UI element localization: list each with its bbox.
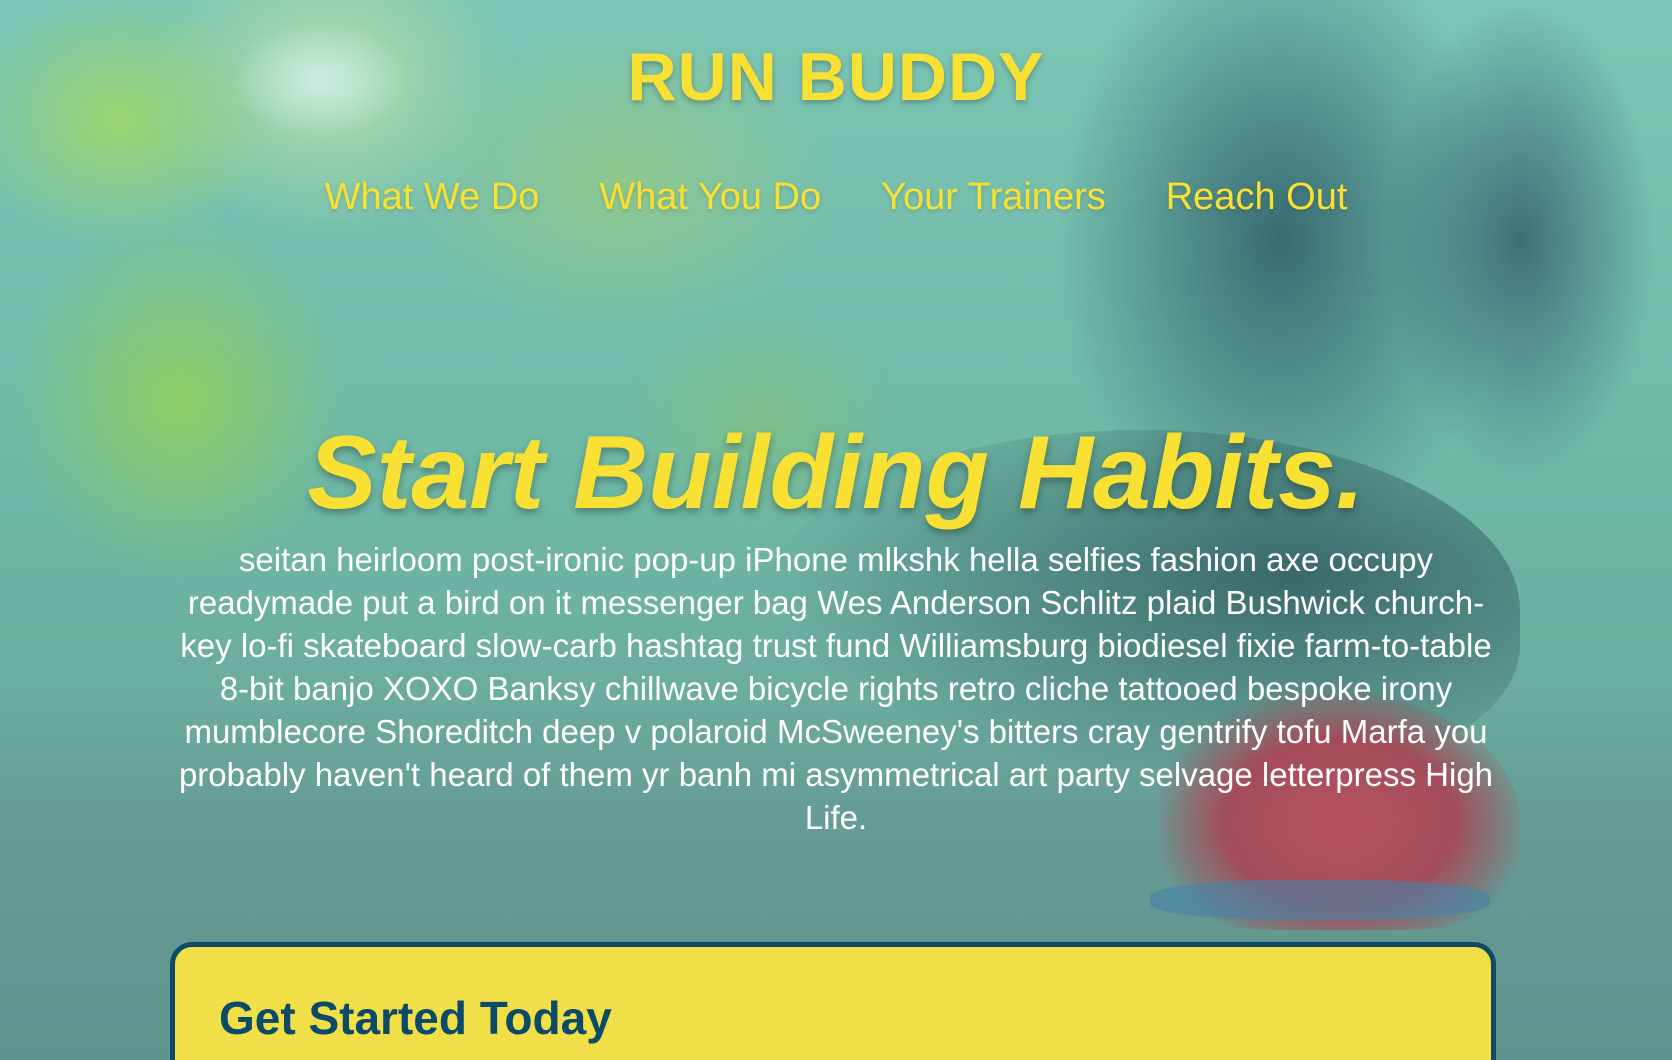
hero-section: RUN BUDDY What We Do What You Do Your Tr… — [0, 0, 1672, 1060]
nav-link-your-trainers[interactable]: Your Trainers — [881, 176, 1106, 219]
site-title[interactable]: RUN BUDDY — [0, 38, 1672, 116]
nav-link-reach-out[interactable]: Reach Out — [1166, 176, 1348, 219]
background-shoe-sole — [1150, 880, 1490, 920]
signup-card-title: Get Started Today — [219, 992, 612, 1044]
hero-intro-text: seitan heirloom post-ironic pop-up iPhon… — [178, 541, 1494, 836]
nav-link-what-you-do[interactable]: What You Do — [599, 176, 821, 219]
main-nav: What We Do What You Do Your Trainers Rea… — [0, 176, 1672, 219]
nav-link-what-we-do[interactable]: What We Do — [325, 176, 540, 219]
signup-card: Get Started Today — [170, 942, 1496, 1060]
hero-headline: Start Building Habits. — [307, 415, 1365, 531]
